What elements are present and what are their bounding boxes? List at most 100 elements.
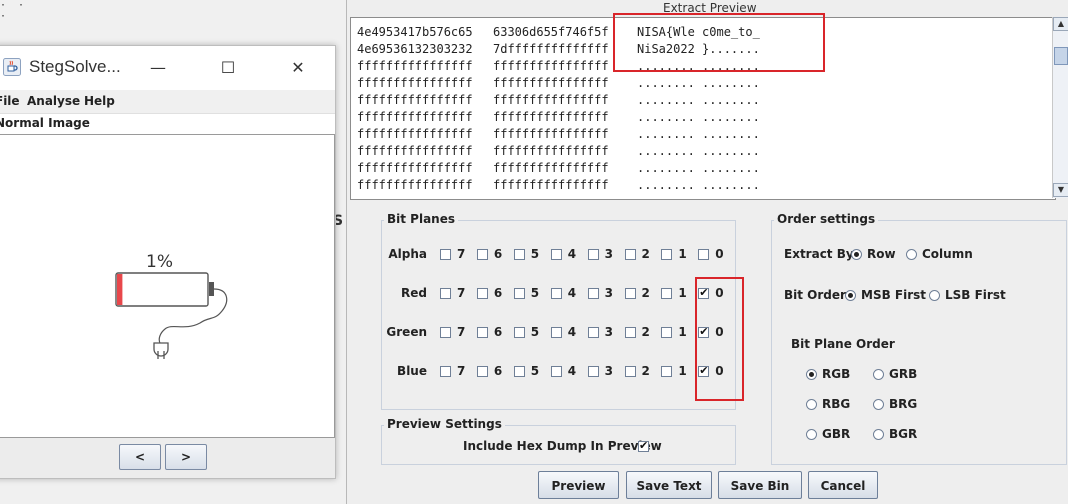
bit-checkbox[interactable] (513, 366, 525, 377)
battery-image (115, 272, 228, 359)
plane-order-label[interactable]: RBG (822, 397, 850, 411)
bit-order-label: Bit Order (784, 288, 846, 302)
stegsolve-window: StegSolve... — ☐ ✕ File Analyse Help Nor… (0, 45, 336, 479)
battery-body (115, 272, 209, 307)
bit-number-label: 1 (678, 286, 687, 300)
bit-number-label: 5 (530, 247, 540, 261)
menu-help[interactable]: Help (84, 94, 115, 108)
plane-order-radio[interactable] (806, 429, 817, 440)
plane-order-label[interactable]: GRB (889, 367, 917, 381)
preview-button[interactable]: Preview (538, 471, 619, 499)
bit-checkbox[interactable] (661, 249, 673, 260)
include-hex-checkbox[interactable] (638, 439, 649, 452)
plane-order-label[interactable]: BRG (889, 397, 917, 411)
extract-by-row-label[interactable]: Row (867, 247, 896, 261)
bit-row-label: Blue (397, 364, 427, 378)
hex-hex2-cell: ffffffffffffffff (493, 178, 609, 192)
hex-hex2-cell: 7dffffffffffffff (493, 42, 609, 56)
extract-by-column-radio[interactable] (906, 249, 917, 260)
bit-checkbox[interactable] (513, 249, 525, 260)
lsb-first-radio[interactable] (929, 290, 940, 301)
plane-order-label[interactable]: RGB (822, 367, 850, 381)
plane-order-radio[interactable] (873, 429, 884, 440)
bit-checkbox[interactable] (587, 249, 599, 260)
preview-scrollbar[interactable]: ▲ ▼ (1052, 17, 1068, 198)
bit-number-label: 7 (457, 286, 466, 300)
bit-checkbox[interactable] (440, 327, 451, 338)
bit-checkbox[interactable] (661, 366, 673, 377)
battery-percent-label: 1% (146, 252, 173, 272)
hex-ascii-cell: ........ ........ (637, 110, 760, 124)
bit-checkbox[interactable] (624, 288, 636, 299)
hex-hex1-cell: ffffffffffffffff (357, 178, 473, 192)
battery-fill (117, 274, 123, 305)
hex-hex1-cell: ffffffffffffffff (357, 110, 473, 124)
bit-checkbox[interactable] (624, 366, 636, 377)
bit-checkbox[interactable] (624, 327, 636, 338)
bit-checkbox[interactable] (624, 249, 636, 260)
scroll-thumb[interactable] (1054, 47, 1068, 65)
bit-checkbox[interactable] (587, 327, 599, 338)
plane-order-radio[interactable] (873, 399, 884, 410)
msb-first-radio[interactable] (845, 290, 856, 301)
extract-by-row-radio[interactable] (851, 249, 862, 260)
maximize-button[interactable]: ☐ (217, 58, 239, 78)
plane-order-radio[interactable] (873, 369, 884, 380)
bit-checkbox[interactable] (587, 288, 599, 299)
extract-window: Extract Preview 4e4953417b576c65 63306d65… (346, 0, 1068, 504)
minimize-button[interactable]: — (147, 58, 169, 78)
save-bin-button[interactable]: Save Bin (718, 471, 802, 499)
bit-checkbox[interactable] (550, 327, 562, 338)
previous-button[interactable]: < (119, 444, 161, 470)
bit-number-label: 4 (567, 247, 577, 261)
scroll-up-icon[interactable]: ▲ (1053, 17, 1068, 31)
bit-checkbox[interactable] (440, 288, 451, 299)
bit-row-label: Alpha (388, 247, 427, 261)
preview-settings-label: Preview Settings (384, 417, 505, 431)
bit-checkbox[interactable] (476, 249, 488, 260)
bit-checkbox[interactable] (440, 249, 451, 260)
menu-bar: File Analyse Help (0, 90, 335, 114)
bit-checkbox[interactable] (661, 327, 673, 338)
bit-checkbox[interactable] (550, 249, 562, 260)
bit-checkbox[interactable] (550, 288, 562, 299)
window-title: StegSolve... (29, 57, 121, 76)
bit-checkbox[interactable] (513, 288, 525, 299)
bit-number-label: 2 (641, 364, 650, 378)
bit-checkbox[interactable] (550, 366, 562, 377)
extract-by-label: Extract By (784, 247, 854, 261)
msb-first-label[interactable]: MSB First (861, 288, 926, 302)
bit-checkbox[interactable] (661, 288, 673, 299)
image-mode-label: Normal Image (0, 116, 90, 130)
bit-checkbox[interactable] (587, 366, 599, 377)
plane-order-radio[interactable] (806, 399, 817, 410)
bit-number-label: 3 (604, 325, 613, 339)
bit-planes-label: Bit Planes (384, 212, 459, 226)
bit-checkbox[interactable] (476, 288, 488, 299)
bit-checkbox[interactable] (476, 327, 488, 338)
save-text-button[interactable]: Save Text (626, 471, 712, 499)
bit-number-label: 5 (530, 325, 540, 339)
menu-file[interactable]: File (0, 94, 20, 108)
scroll-down-icon[interactable]: ▼ (1053, 183, 1068, 197)
cancel-button[interactable]: Cancel (808, 471, 878, 499)
bit-number-label: 3 (604, 286, 613, 300)
plane-order-label[interactable]: BGR (889, 427, 917, 441)
bit-number-label: 5 (530, 364, 540, 378)
close-button[interactable]: ✕ (287, 58, 309, 78)
bit-checkbox[interactable] (698, 249, 710, 260)
bit-checkbox[interactable] (476, 366, 488, 377)
hex-ascii-cell: ........ ........ (637, 127, 760, 141)
bit-checkbox[interactable] (440, 366, 451, 377)
navigation-bar: < > (0, 438, 335, 478)
bit-number-label: 1 (678, 325, 687, 339)
extract-by-column-label[interactable]: Column (922, 247, 973, 261)
plane-order-radio[interactable] (806, 369, 817, 380)
menu-analyse[interactable]: Analyse (27, 94, 80, 108)
next-button[interactable]: > (165, 444, 207, 470)
lsb-first-label[interactable]: LSB First (945, 288, 1006, 302)
bit-checkbox[interactable] (513, 327, 525, 338)
java-app-icon (3, 58, 21, 76)
plane-order-label[interactable]: GBR (822, 427, 850, 441)
hex-hex2-cell: ffffffffffffffff (493, 110, 609, 124)
